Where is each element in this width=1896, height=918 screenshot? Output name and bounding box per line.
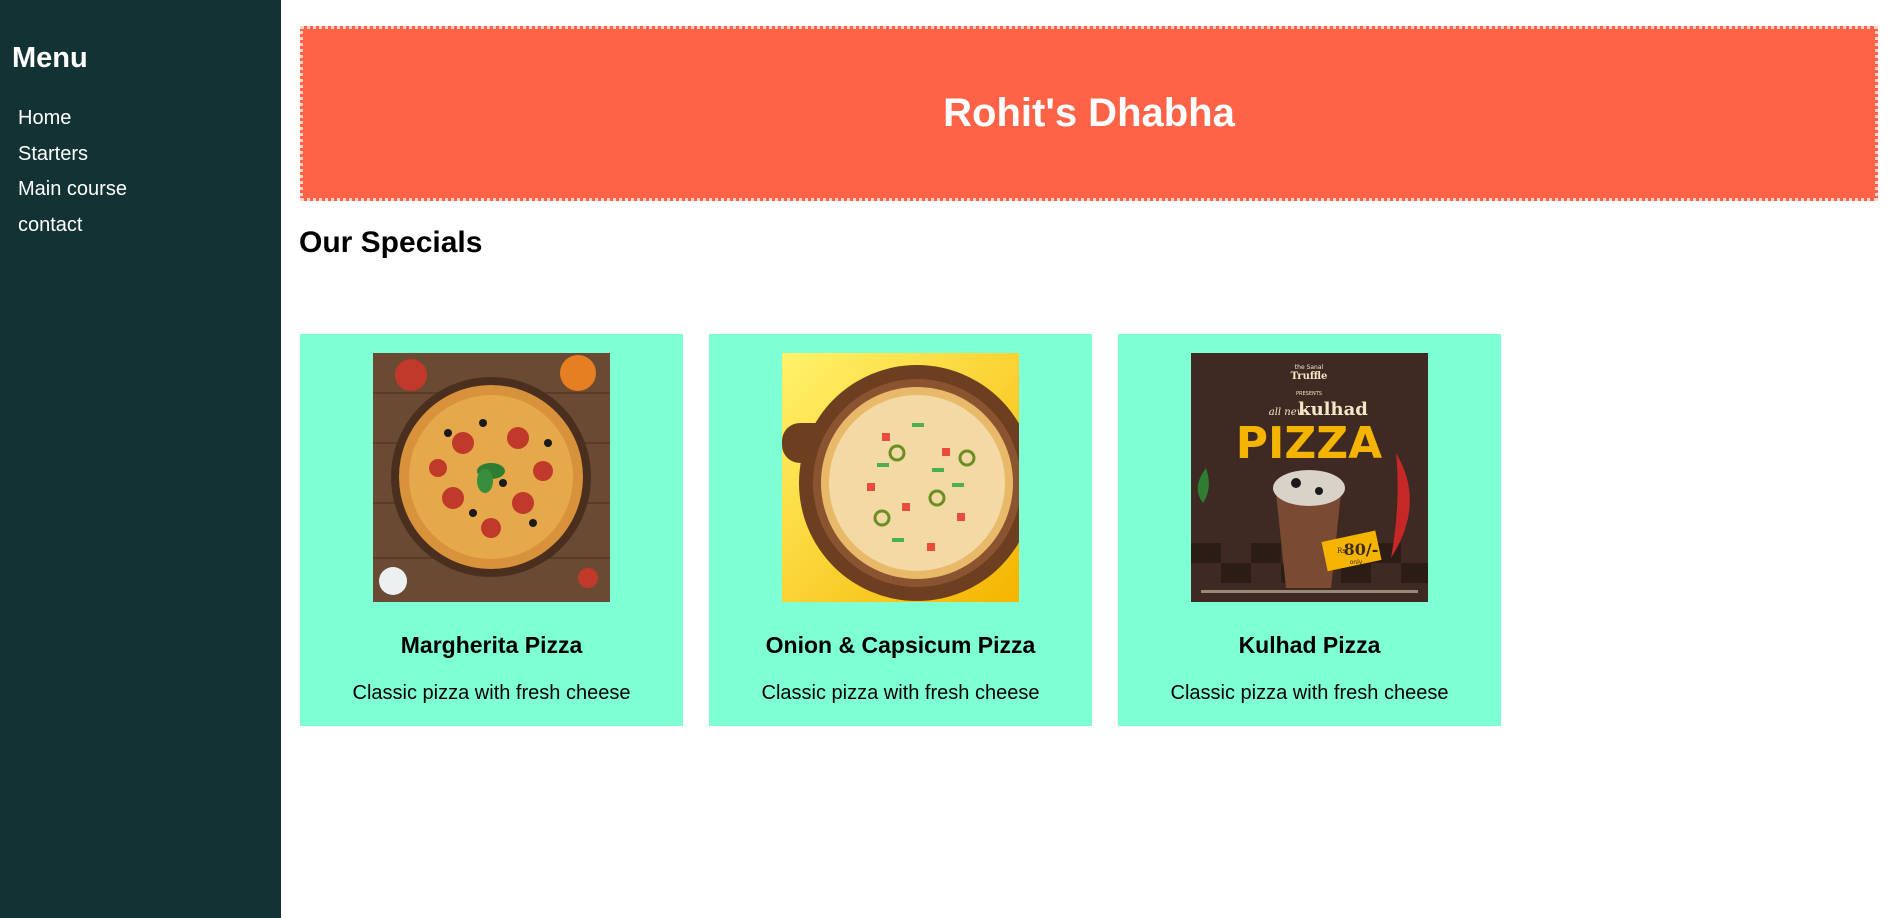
sidebar-item-main-course: Main course <box>18 177 127 213</box>
special-card-description: Classic pizza with fresh cheese <box>352 682 631 704</box>
special-card-description: Classic pizza with fresh cheese <box>1170 682 1449 704</box>
sidebar-menu: Home Starters Main course contact <box>18 106 127 248</box>
sidebar-item-contact: contact <box>18 213 127 249</box>
margherita-pizza-image <box>373 353 610 602</box>
special-card-onion-capsicum: Onion & Capsicum Pizza Classic pizza wit… <box>709 334 1092 726</box>
svg-text:PIZZA: PIZZA <box>1236 418 1382 469</box>
special-card-margherita: Margherita Pizza Classic pizza with fres… <box>300 334 683 726</box>
special-card-kulhad: the Sanal Truffle PRESENTS all new kulha… <box>1118 334 1501 726</box>
special-card-title: Margherita Pizza <box>400 632 583 658</box>
sidebar-item-starters: Starters <box>18 142 127 178</box>
svg-text:only: only <box>1350 559 1363 566</box>
special-card-title: Onion & Capsicum Pizza <box>765 632 1036 658</box>
svg-text:kulhad: kulhad <box>1298 399 1368 420</box>
kulhad-pizza-poster-image: the Sanal Truffle PRESENTS all new kulha… <box>1191 353 1428 602</box>
onion-capsicum-pizza-image <box>782 353 1019 602</box>
specials-heading: Our Specials <box>299 226 483 259</box>
header-banner: Rohit's Dhabha <box>300 26 1878 201</box>
sidebar-item-home: Home <box>18 106 127 142</box>
restaurant-title: Rohit's Dhabha <box>943 91 1235 135</box>
special-card-title: Kulhad Pizza <box>1238 632 1381 658</box>
svg-text:Truffle: Truffle <box>1291 371 1328 382</box>
page: Menu Home Starters Main course contact R… <box>0 0 1896 918</box>
sidebar: Menu Home Starters Main course contact <box>0 0 281 918</box>
sidebar-link-starters[interactable]: Starters <box>18 143 88 165</box>
svg-text:the Sanal: the Sanal <box>1295 364 1324 371</box>
sidebar-link-home[interactable]: Home <box>18 107 71 129</box>
svg-text:PRESENTS: PRESENTS <box>1296 391 1322 397</box>
svg-text:80/-: 80/- <box>1344 540 1379 559</box>
sidebar-title: Menu <box>12 42 88 74</box>
sidebar-link-contact[interactable]: contact <box>18 214 82 236</box>
special-card-description: Classic pizza with fresh cheese <box>761 682 1040 704</box>
sidebar-link-main-course[interactable]: Main course <box>18 178 127 200</box>
